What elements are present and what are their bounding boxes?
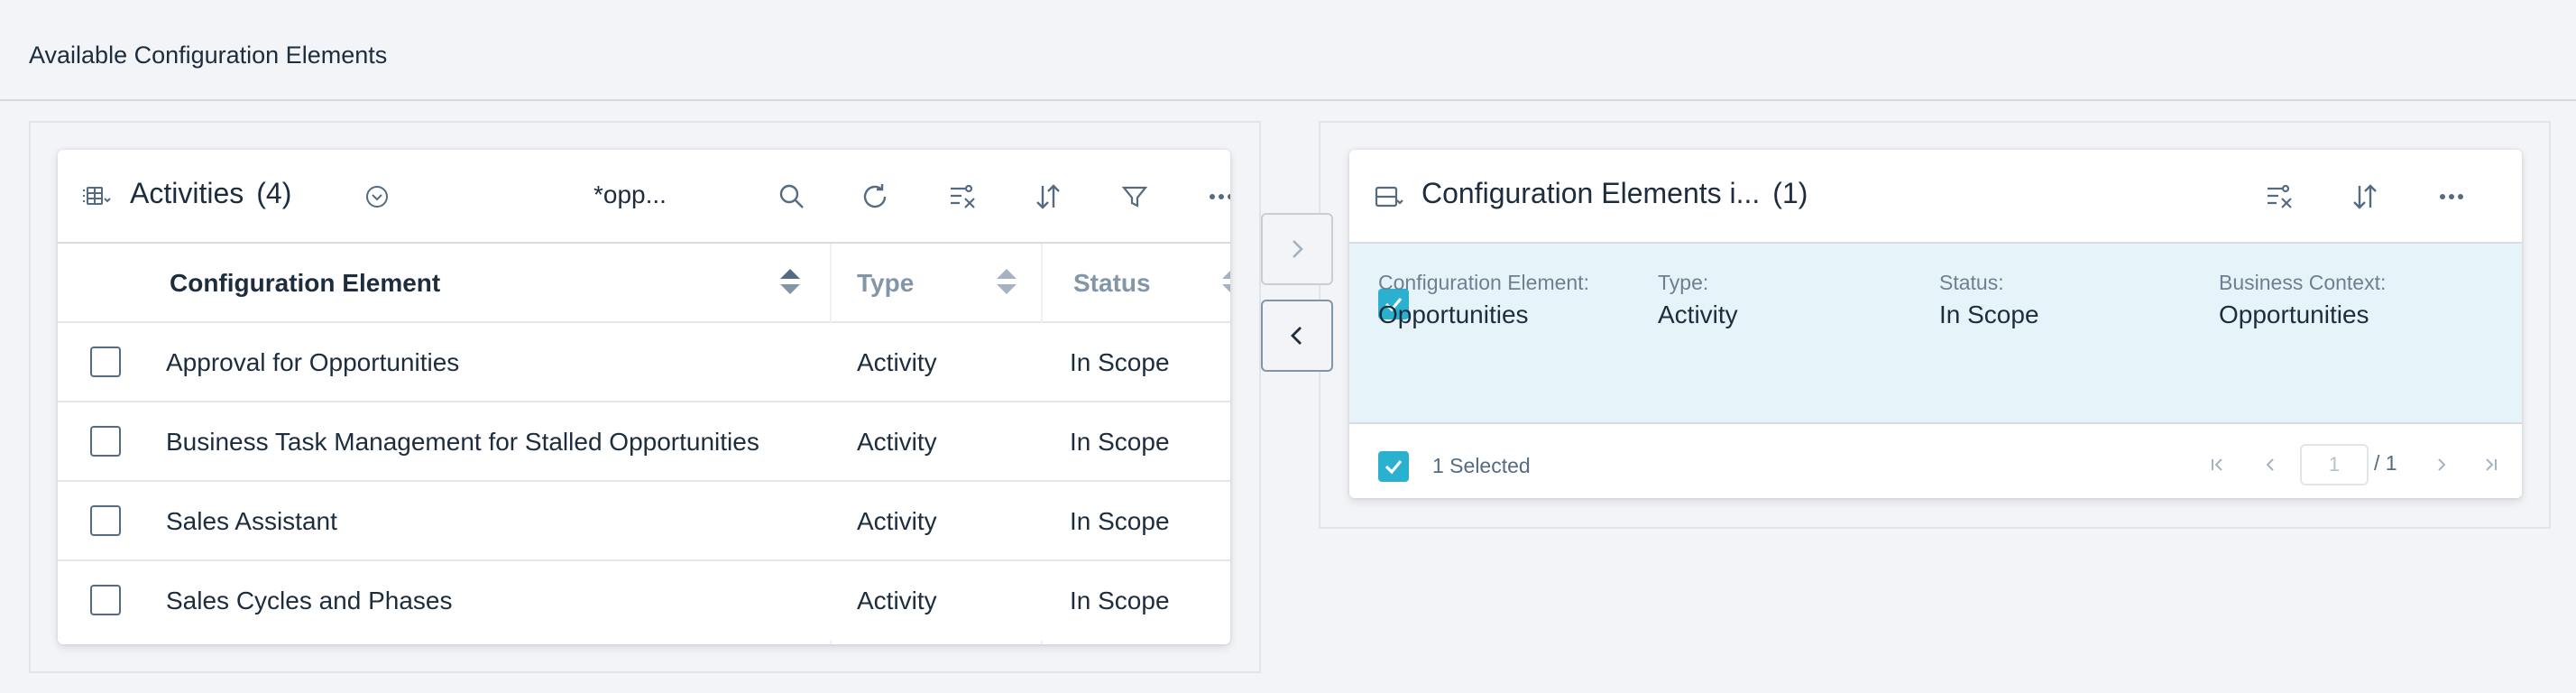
table-view-icon[interactable] <box>76 175 119 218</box>
title-divider <box>0 99 2576 101</box>
next-page-icon[interactable] <box>2428 451 2455 478</box>
previous-page-icon[interactable] <box>2257 451 2284 478</box>
column-header-type[interactable]: Type <box>857 269 914 298</box>
assigned-count: (1) <box>1772 177 1808 209</box>
column-header-configuration-element[interactable]: Configuration Element <box>170 269 440 298</box>
table-row[interactable]: Sales Cycles and Phases Activity In Scop… <box>58 561 1230 641</box>
field-value: In Scope <box>1939 300 2039 328</box>
sort-icon[interactable] <box>2343 175 2387 218</box>
clear-filter-settings-icon[interactable] <box>2259 175 2302 218</box>
cell-type: Activity <box>857 348 937 376</box>
row-checkbox[interactable] <box>90 346 121 377</box>
field-type: Type: Activity <box>1658 271 1738 329</box>
field-value: Opportunities <box>2219 300 2369 328</box>
page-title: Available Configuration Elements <box>29 42 388 69</box>
field-value: Opportunities <box>1378 300 1529 328</box>
refresh-icon[interactable] <box>853 175 897 218</box>
cell-type: Activity <box>857 587 937 614</box>
selected-count: 1 Selected <box>1432 454 1531 477</box>
clear-filter-settings-icon[interactable] <box>942 175 985 218</box>
field-status: Status: In Scope <box>1939 271 2039 329</box>
row-checkbox[interactable] <box>90 505 121 536</box>
row-checkbox[interactable] <box>90 585 121 615</box>
title-dropdown-icon[interactable] <box>355 175 399 218</box>
row-checkbox[interactable] <box>90 426 121 457</box>
activities-count: (4) <box>256 177 292 209</box>
field-label: Business Context: <box>2219 271 2387 294</box>
cell-configuration-element: Sales Assistant <box>166 507 337 535</box>
cell-status: In Scope <box>1070 428 1170 456</box>
cell-type: Activity <box>857 428 937 456</box>
activities-title-text: Activities <box>130 177 244 209</box>
chevron-right-icon <box>1293 240 1303 258</box>
field-business-context: Business Context: Opportunities <box>2219 271 2386 329</box>
more-options-icon[interactable] <box>2430 175 2473 218</box>
select-all-checkbox[interactable] <box>1378 451 1409 482</box>
table-column-header: Configuration Element Type Status <box>58 244 1230 323</box>
sort-indicator-icon[interactable] <box>996 265 1017 298</box>
cell-status: In Scope <box>1070 507 1170 535</box>
field-label: Status: <box>1939 271 2004 294</box>
search-icon[interactable] <box>770 175 814 218</box>
page-number-input[interactable]: 1 <box>2300 444 2369 485</box>
page-total: / 1 <box>2374 451 2397 475</box>
cell-status: In Scope <box>1070 348 1170 376</box>
sort-indicator-icon[interactable] <box>779 265 801 298</box>
field-configuration-element: Configuration Element: Opportunities <box>1378 271 1589 329</box>
first-page-icon[interactable] <box>2204 451 2231 478</box>
cell-type: Activity <box>857 507 937 535</box>
cell-status: In Scope <box>1070 587 1170 614</box>
activities-table-card: Activities (4) *opp... Configuration Ele… <box>58 150 1230 644</box>
table-row[interactable]: Sales Assistant Activity In Scope <box>58 482 1230 561</box>
assigned-title-text: Configuration Elements i... <box>1421 177 1761 209</box>
assigned-elements-card: Configuration Elements i... (1) Configur… <box>1349 150 2522 498</box>
field-label: Type: <box>1658 271 1709 294</box>
activities-toolbar: Activities (4) *opp... <box>58 150 1230 244</box>
field-label: Configuration Element: <box>1378 271 1589 294</box>
cell-configuration-element: Business Task Management for Stalled Opp… <box>166 428 759 456</box>
checkmark-icon <box>1385 459 1403 475</box>
more-options-icon[interactable] <box>1200 175 1230 218</box>
move-to-assigned-button[interactable] <box>1261 213 1333 285</box>
table-row[interactable]: Approval for Opportunities Activity In S… <box>58 323 1230 402</box>
filter-icon[interactable] <box>1113 175 1156 218</box>
sort-indicator-icon[interactable] <box>1221 265 1230 298</box>
assigned-toolbar: Configuration Elements i... (1) <box>1349 150 2522 244</box>
column-header-status[interactable]: Status <box>1073 269 1151 298</box>
cell-configuration-element: Approval for Opportunities <box>166 348 460 376</box>
table-row[interactable]: Business Task Management for Stalled Opp… <box>58 402 1230 482</box>
move-to-available-button[interactable] <box>1261 300 1333 372</box>
chevron-left-icon <box>1291 327 1302 345</box>
field-value: Activity <box>1658 300 1738 328</box>
search-term[interactable]: *opp... <box>593 180 667 209</box>
sort-icon[interactable] <box>1026 175 1070 218</box>
cell-configuration-element: Sales Cycles and Phases <box>166 587 453 614</box>
activities-title: Activities (4) <box>130 177 291 210</box>
list-view-icon[interactable] <box>1367 175 1411 218</box>
last-page-icon[interactable] <box>2477 451 2504 478</box>
assigned-title: Configuration Elements i... (1) <box>1421 177 1808 210</box>
